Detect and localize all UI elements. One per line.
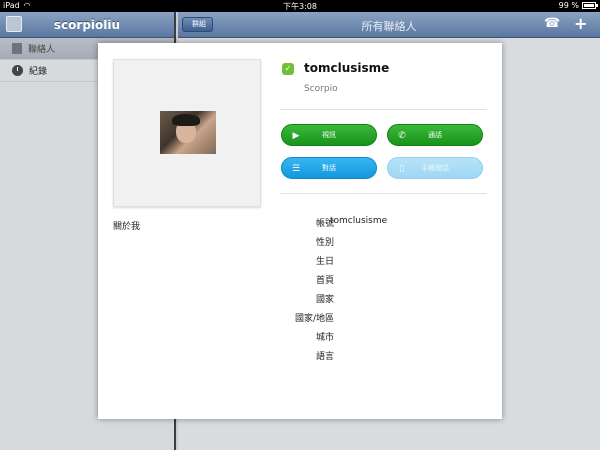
field-label: 語言 (315, 352, 334, 362)
page-title: 所有聯絡人 (361, 20, 417, 33)
mobile-icon: ▯ (399, 164, 405, 174)
sidebar-header: scorpioliu (0, 12, 174, 38)
field-label: 性別 (315, 238, 334, 248)
field-label: 首頁 (315, 276, 334, 286)
status-right: 99 % (558, 1, 598, 10)
mobile-call-button[interactable]: ▯ 手機撥話 (387, 157, 483, 179)
online-status-icon: ✓ (282, 63, 294, 75)
profile-photo (160, 111, 216, 154)
main-header: 群組 所有聯絡人 ☎ + (178, 12, 600, 38)
chat-button[interactable]: ☰ 對話 (281, 157, 377, 179)
chat-icon: ☰ (291, 164, 301, 174)
video-call-button[interactable]: ▶ 視訊 (281, 124, 377, 146)
add-icon[interactable]: + (574, 16, 587, 32)
mood-message: Scorpio (304, 84, 338, 94)
phone-icon: ✆ (398, 131, 406, 141)
clock: 下午3:08 (283, 2, 317, 11)
button-label: 通話 (428, 131, 442, 139)
divider (280, 109, 487, 110)
sidebar-item-label: 聯絡人 (28, 45, 56, 55)
status-bar: iPad ◠ 下午3:08 99 % (0, 0, 600, 12)
contact-name: tomclusisme (304, 61, 390, 75)
clock-icon (12, 65, 23, 76)
field-value: tomclusisme (330, 216, 388, 226)
divider (280, 193, 487, 194)
battery-icon (582, 2, 598, 9)
button-label: 對話 (322, 164, 336, 172)
account-name: scorpioliu (53, 18, 121, 32)
battery-fill (584, 4, 594, 7)
about-me-label: 關於我 (113, 222, 141, 232)
button-label: 視訊 (322, 131, 336, 139)
field-label: 生日 (315, 257, 334, 267)
field-label: 國家 (315, 295, 334, 305)
battery-percent: 99 % (558, 1, 579, 10)
sidebar-item-label: 紀錄 (29, 67, 48, 77)
call-button[interactable]: ✆ 通話 (387, 124, 483, 146)
field-label: 帳號 (315, 219, 334, 229)
contact-profile-dialog: 關於我 ✓ tomclusisme Scorpio ▶ 視訊 ✆ 通話 ☰ 對話… (98, 43, 502, 419)
phone-icon[interactable]: ☎ (544, 17, 560, 31)
contacts-icon (12, 43, 22, 54)
video-icon: ▶ (292, 131, 300, 141)
field-label: 國家/地區 (294, 314, 334, 324)
button-label: 手機撥話 (421, 164, 449, 172)
field-label: 城市 (315, 333, 334, 343)
profile-photo-frame (113, 59, 261, 207)
